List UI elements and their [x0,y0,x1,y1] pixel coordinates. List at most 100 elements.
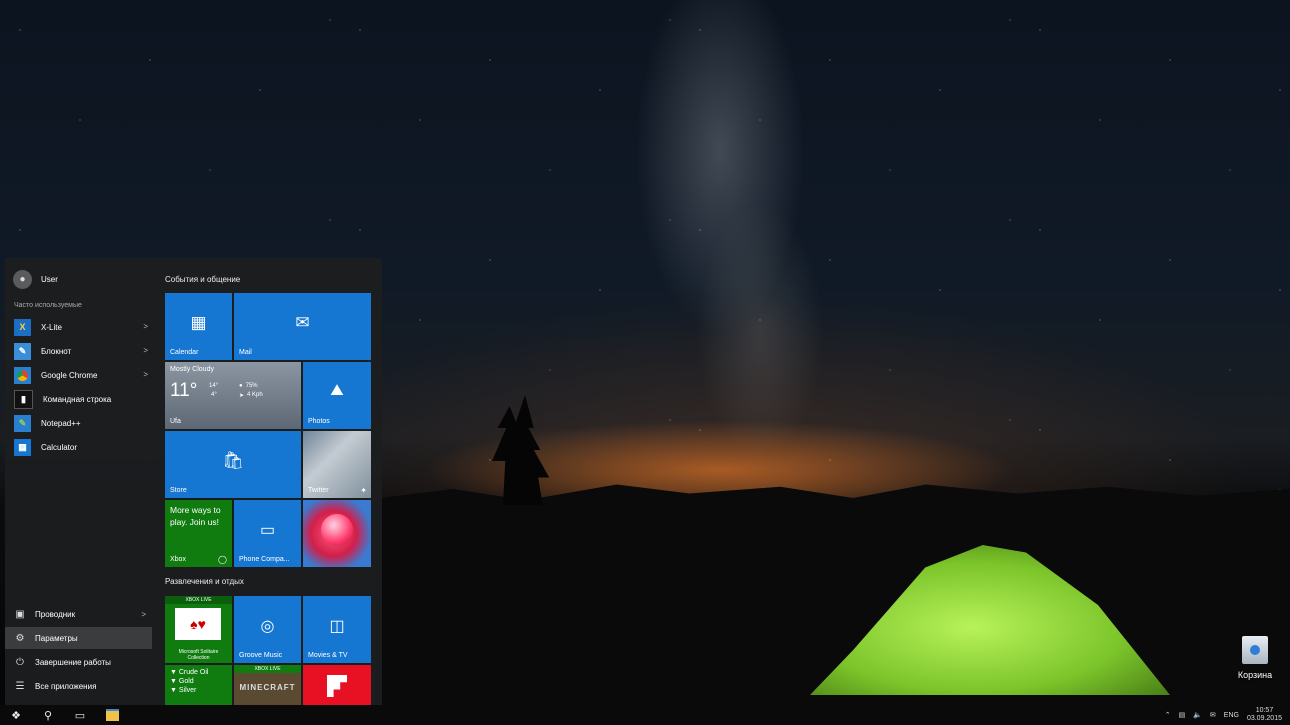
app-label: Google Chrome [41,370,98,380]
droplet-icon: ● [239,383,243,389]
flipboard-icon [327,675,347,697]
weather-high: 14° [209,383,219,389]
recycle-bin[interactable]: Корзина [1230,636,1280,680]
chevron-right-icon[interactable]: > [143,370,148,379]
xbox-promo-text: More ways to play. Join us! [170,505,221,527]
minecraft-logo: MINECRAFT [239,683,296,692]
weather-condition: Mostly Cloudy [170,366,214,373]
tile-label: Mail [239,349,252,356]
clock[interactable]: 10:57 03.09.2015 [1247,707,1282,723]
gear-icon: ⚙ [15,632,25,644]
language-indicator[interactable]: ENG [1224,712,1239,719]
folder-icon: ▣ [15,608,25,620]
tile-groove-music[interactable]: ◎ Groove Music [234,596,301,663]
app-item-calculator[interactable]: ▦ Calculator [14,437,152,457]
group-header-events: События и общение [165,275,241,284]
tile-label: Photos [308,418,330,425]
tile-money[interactable]: ▼ Crude Oil ▼ Gold ▼ Silver [165,665,232,705]
file-explorer-icon [105,709,119,721]
weather-city: Ufa [170,418,181,425]
tile-weather[interactable]: Mostly Cloudy 11° 14° 4° ● 75% ➤ 4 Kph Ufa [165,362,301,429]
start-button[interactable]: ❖ [0,705,32,725]
tile-photos[interactable]: ⛰ Photos [303,362,371,429]
tile-label: Twitter [308,487,329,494]
tile-solitaire[interactable]: XBOX LIVE ♠♥ Microsoft Solitaire Collect… [165,596,232,663]
calendar-icon: ▦ [190,313,207,332]
clock-time: 10:57 [1255,707,1274,714]
xbox-live-badge: XBOX LIVE [165,596,232,604]
taskbar: ❖ ⚲ ▭ ⌃ ▤ 🔈 ✉ ENG 10:57 03.09.2015 [0,705,1290,725]
app-label: Calculator [41,442,78,452]
candy-icon [321,514,353,546]
groove-music-icon: ◎ [260,618,275,635]
app-label: Notepad++ [41,418,81,428]
calculator-icon: ▦ [14,438,31,456]
tile-label: Calendar [170,349,199,356]
tile-label: Store [170,487,187,494]
taskbar-explorer-button[interactable] [96,705,128,725]
task-view-button[interactable]: ▭ [64,705,96,725]
volume-icon[interactable]: 🔈 [1193,711,1202,719]
app-item-notepad[interactable]: ✎ Блокнот > [14,341,152,361]
photos-icon: ⛰ [330,382,344,399]
notifications-icon[interactable]: ✉ [1210,711,1216,719]
cmd-icon: ▮ [14,389,33,409]
app-label: X-Lite [41,322,62,332]
start-settings[interactable]: ⚙ Параметры [5,627,152,649]
network-icon[interactable]: ▤ [1179,711,1186,719]
chevron-right-icon[interactable]: > [143,322,148,331]
commodity-line: ▼ Silver [170,687,197,694]
commodity-line: ▼ Crude Oil [170,669,209,676]
shutdown-label: Завершение работы [35,657,111,667]
commodities-list: ▼ Crude Oil ▼ Gold ▼ Silver [170,668,208,695]
start-all-apps[interactable]: ☰ Все приложения [5,675,152,697]
tile-phone-companion[interactable]: ▭ Phone Compa... [234,500,301,567]
tile-minecraft[interactable]: XBOX LIVE MINECRAFT [234,665,301,705]
app-item-xlite[interactable]: X X-Lite > [14,317,152,337]
tile-movies-tv[interactable]: ◫ Movies & TV [303,596,371,663]
tile-calendar[interactable]: ▦ Calendar [165,293,232,360]
tile-mail[interactable]: ✉ Mail [234,293,371,360]
task-view-icon: ▭ [74,709,86,722]
playing-cards-icon: ♠♥ [175,608,221,640]
mail-icon: ✉ [295,313,310,332]
app-item-cmd[interactable]: ▮ Командная строка [14,389,152,409]
tile-store[interactable]: 🛍 Store [165,431,301,498]
search-button[interactable]: ⚲ [32,705,64,725]
user-name: User [41,275,58,284]
start-menu: ● User Часто используемые X X-Lite > ✎ Б… [5,258,382,705]
app-label: Командная строка [43,394,112,404]
tile-flipboard[interactable] [303,665,371,705]
chevron-right-icon[interactable]: > [143,346,148,355]
clapperboard-icon: ◫ [329,618,345,635]
group-header-entertainment: Развлечения и отдых [165,577,244,586]
tile-candy-crush[interactable] [303,500,371,567]
wind-icon: ➤ [239,393,245,399]
start-shutdown[interactable]: ⏻ Завершение работы [5,651,152,673]
twitter-bird-icon: ✦ [360,486,367,495]
user-avatar-icon: ● [13,270,32,289]
tile-xbox[interactable]: More ways to play. Join us! Xbox ◯ [165,500,232,567]
chevron-right-icon[interactable]: > [141,610,146,619]
xlite-icon: X [14,318,31,336]
weather-temp: 11° [170,380,198,401]
weather-wind: ➤ 4 Kph [239,392,263,399]
recycle-bin-icon [1242,636,1268,664]
system-tray: ⌃ ▤ 🔈 ✉ ENG 10:57 03.09.2015 [1165,705,1282,725]
settings-label: Параметры [35,633,78,643]
store-icon: 🛍 [222,451,244,470]
tile-label: Phone Compa... [239,556,290,563]
start-explorer[interactable]: ▣ Проводник > [5,603,152,625]
xbox-logo-icon: ◯ [218,555,227,564]
xbox-live-badge: XBOX LIVE [234,665,301,673]
tile-label: Microsoft Solitaire Collection [178,649,219,661]
list-icon: ☰ [15,680,25,692]
windows-logo-icon: ❖ [11,709,21,722]
chevron-up-icon[interactable]: ⌃ [1165,711,1171,719]
app-item-chrome[interactable]: Google Chrome > [14,365,152,385]
clock-date: 03.09.2015 [1246,715,1282,722]
tile-label: Movies & TV [308,652,348,659]
app-item-notepadpp[interactable]: ✎ Notepad++ [14,413,152,433]
tile-twitter[interactable]: Twitter ✦ [303,431,371,498]
user-account[interactable]: ● User [13,270,58,289]
